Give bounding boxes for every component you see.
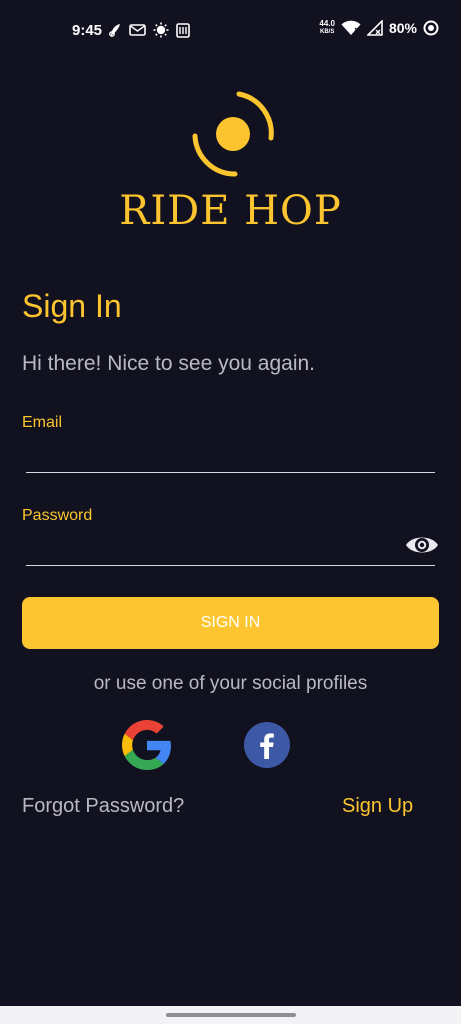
sun-icon <box>153 22 169 38</box>
brand-name: RIDE HOP <box>119 188 342 234</box>
battery-level: 80% <box>388 20 417 36</box>
social-prompt: or use one of your social profiles <box>93 673 368 694</box>
status-time: 9:45 <box>72 22 103 39</box>
google-icon <box>122 720 171 770</box>
app-notification-icon <box>109 24 120 37</box>
password-field[interactable] <box>26 530 435 566</box>
google-login-button[interactable] <box>122 720 172 770</box>
news-icon <box>176 22 190 38</box>
status-right: 44.0 KB/S 80% <box>319 20 439 36</box>
email-field[interactable] <box>26 437 435 473</box>
password-label: Password <box>22 507 93 524</box>
navigation-bar <box>0 1006 461 1024</box>
battery-ring-icon <box>423 20 439 36</box>
network-speed-value: 44.0 <box>319 19 335 28</box>
brand-logo-icon <box>192 91 274 177</box>
network-speed-unit: KB/S <box>320 29 335 35</box>
email-label: Email <box>22 414 63 431</box>
forgot-password-link[interactable]: Forgot Password? <box>22 795 184 818</box>
sign-up-link[interactable]: Sign Up <box>342 795 413 818</box>
page-subtitle: Hi there! Nice to see you again. <box>22 352 315 375</box>
signin-screen: 9:45 44.0 KB/S 80% RIDE HOP Sign In Hi t… <box>0 0 461 1024</box>
status-bar: 9:45 44.0 KB/S 80% <box>0 0 461 62</box>
signal-icon <box>366 20 383 36</box>
mail-icon <box>129 24 146 36</box>
show-password-eye-icon[interactable] <box>404 530 440 560</box>
network-speed: 44.0 KB/S <box>319 20 335 36</box>
notification-icons <box>108 22 190 38</box>
wifi-icon <box>341 20 361 35</box>
page-title: Sign In <box>22 288 122 324</box>
facebook-login-button[interactable] <box>244 722 290 768</box>
sign-in-button[interactable]: SIGN IN <box>22 597 439 649</box>
home-indicator[interactable] <box>166 1013 296 1017</box>
facebook-icon <box>260 733 274 759</box>
